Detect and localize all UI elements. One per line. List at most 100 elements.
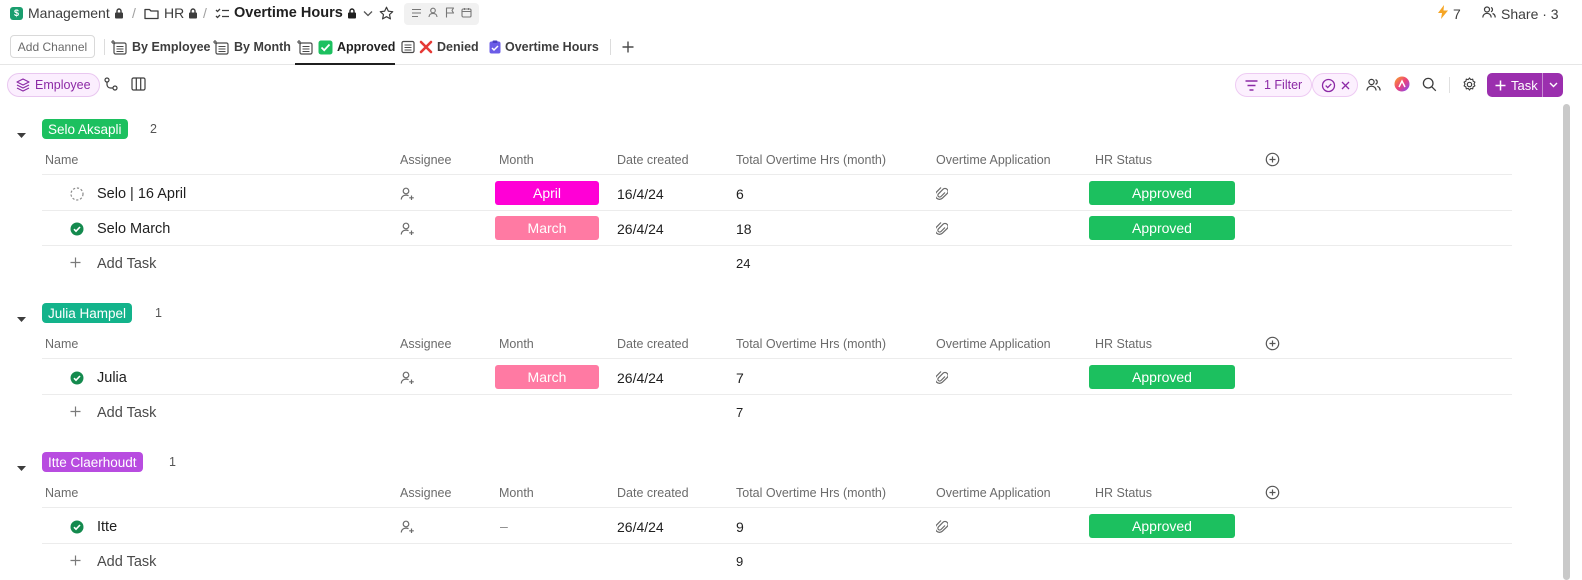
hr-status-badge[interactable]: Approved (1089, 181, 1235, 205)
column-header[interactable]: Name (45, 153, 78, 167)
add-task-label[interactable]: Add Task (97, 405, 156, 421)
column-header[interactable]: Date created (617, 337, 689, 351)
overtime-hours[interactable]: 6 (736, 186, 744, 202)
status-done-icon[interactable] (70, 371, 84, 390)
flag-icon[interactable] (445, 5, 455, 23)
hr-status-badge[interactable]: Approved (1089, 365, 1235, 389)
collapse-group-icon[interactable] (16, 459, 27, 477)
overtime-hours[interactable]: 9 (736, 519, 744, 535)
description-icon[interactable] (411, 5, 422, 23)
month-badge[interactable]: March (495, 216, 599, 240)
group-label[interactable]: Itte Claerhoudt (42, 452, 143, 472)
column-header[interactable]: Month (499, 337, 534, 351)
column-header[interactable]: HR Status (1095, 486, 1152, 500)
add-task-button[interactable]: Task (1487, 73, 1563, 97)
column-header[interactable]: Date created (617, 153, 689, 167)
add-channel-button[interactable]: Add Channel (10, 35, 95, 58)
add-task-label[interactable]: Add Task (97, 256, 156, 272)
group-label[interactable]: Julia Hampel (42, 303, 133, 323)
column-header[interactable]: Assignee (400, 486, 451, 500)
month-badge[interactable]: March (495, 365, 599, 389)
add-assignee-icon[interactable] (400, 186, 415, 206)
paperclip-icon[interactable] (934, 518, 949, 539)
add-task-row[interactable]: Add Task 9 (42, 544, 1512, 578)
closed-tasks-chip[interactable] (1312, 73, 1358, 97)
add-column-icon[interactable] (1265, 485, 1280, 503)
column-header[interactable]: Total Overtime Hrs (month) (736, 153, 886, 167)
calendar-icon[interactable] (461, 5, 472, 23)
collapse-group-icon[interactable] (16, 310, 27, 328)
tab-by-month[interactable]: By Month (213, 35, 291, 59)
paperclip-icon[interactable] (934, 185, 949, 206)
add-view-button[interactable] (622, 37, 634, 58)
column-header[interactable]: Total Overtime Hrs (month) (736, 337, 886, 351)
tab-by-employee[interactable]: By Employee (111, 35, 211, 59)
collapse-group-icon[interactable] (16, 126, 27, 144)
subtasks-icon[interactable] (104, 77, 118, 96)
overtime-hours[interactable]: 7 (736, 370, 744, 386)
column-header[interactable]: Assignee (400, 337, 451, 351)
chevron-down-icon[interactable] (363, 10, 373, 17)
table-row[interactable]: Julia March 26/4/24 7 Approved (42, 360, 1512, 395)
assignee-icon[interactable] (428, 5, 438, 23)
column-header[interactable]: Overtime Application (936, 337, 1051, 351)
automations-button[interactable]: 7 (1438, 5, 1461, 22)
vertical-scrollbar[interactable] (1563, 104, 1570, 580)
share-button[interactable]: Share · 3 (1482, 5, 1559, 22)
column-header[interactable]: HR Status (1095, 337, 1152, 351)
filter-chip[interactable]: 1 Filter (1235, 73, 1313, 97)
column-header[interactable]: HR Status (1095, 153, 1152, 167)
star-icon[interactable] (379, 6, 394, 26)
month-badge[interactable]: April (495, 181, 599, 205)
add-task-label[interactable]: Add Task (97, 554, 156, 570)
users-icon[interactable] (1366, 77, 1381, 97)
status-done-icon[interactable] (70, 520, 84, 539)
column-header[interactable]: Date created (617, 486, 689, 500)
add-task-main[interactable]: Task (1487, 73, 1543, 97)
gear-icon[interactable] (1462, 77, 1477, 97)
breadcrumb-list[interactable]: Overtime Hours (215, 5, 373, 21)
add-assignee-icon[interactable] (400, 221, 415, 241)
add-column-icon[interactable] (1265, 152, 1280, 170)
columns-icon[interactable] (131, 77, 146, 96)
column-header[interactable]: Assignee (400, 153, 451, 167)
tab-overtime-hours[interactable]: Overtime Hours (489, 35, 599, 59)
paperclip-icon[interactable] (934, 369, 949, 390)
column-header[interactable]: Month (499, 153, 534, 167)
group-label[interactable]: Selo Aksapli (42, 119, 128, 139)
status-done-icon[interactable] (70, 222, 84, 241)
task-name[interactable]: Julia (97, 370, 127, 386)
status-open-icon[interactable] (70, 187, 84, 206)
add-task-row[interactable]: Add Task 7 (42, 395, 1512, 429)
hr-status-badge[interactable]: Approved (1089, 514, 1235, 538)
tab-denied[interactable]: Denied (401, 35, 479, 59)
paperclip-icon[interactable] (934, 220, 949, 241)
task-name[interactable]: Selo | 16 April (97, 186, 186, 202)
group-by-chip[interactable]: Employee (7, 73, 100, 97)
close-icon[interactable] (1341, 81, 1350, 90)
table-row[interactable]: Selo March March 26/4/24 18 Approved (42, 211, 1512, 246)
search-icon[interactable] (1422, 77, 1437, 97)
column-header[interactable]: Total Overtime Hrs (month) (736, 486, 886, 500)
hr-status-badge[interactable]: Approved (1089, 216, 1235, 240)
add-assignee-icon[interactable] (400, 519, 415, 539)
month-empty-value[interactable]: – (500, 518, 508, 534)
column-header[interactable]: Name (45, 486, 78, 500)
task-name[interactable]: Itte (97, 519, 117, 535)
table-row[interactable]: Selo | 16 April April 16/4/24 6 Approved (42, 176, 1512, 211)
column-header[interactable]: Month (499, 486, 534, 500)
add-task-row[interactable]: Add Task 24 (42, 246, 1512, 280)
tab-approved[interactable]: Approved (297, 35, 395, 59)
task-name[interactable]: Selo March (97, 221, 170, 237)
add-assignee-icon[interactable] (400, 370, 415, 390)
add-column-icon[interactable] (1265, 336, 1280, 354)
column-header[interactable]: Overtime Application (936, 486, 1051, 500)
table-row[interactable]: Itte – 26/4/24 9 Approved (42, 509, 1512, 544)
add-task-dropdown[interactable] (1543, 82, 1563, 88)
breadcrumb-workspace[interactable]: $ Management (10, 5, 124, 21)
column-header[interactable]: Overtime Application (936, 153, 1051, 167)
column-header[interactable]: Name (45, 337, 78, 351)
avatar[interactable] (1394, 76, 1410, 97)
overtime-hours[interactable]: 18 (736, 221, 752, 237)
breadcrumb-folder[interactable]: HR (144, 5, 198, 21)
